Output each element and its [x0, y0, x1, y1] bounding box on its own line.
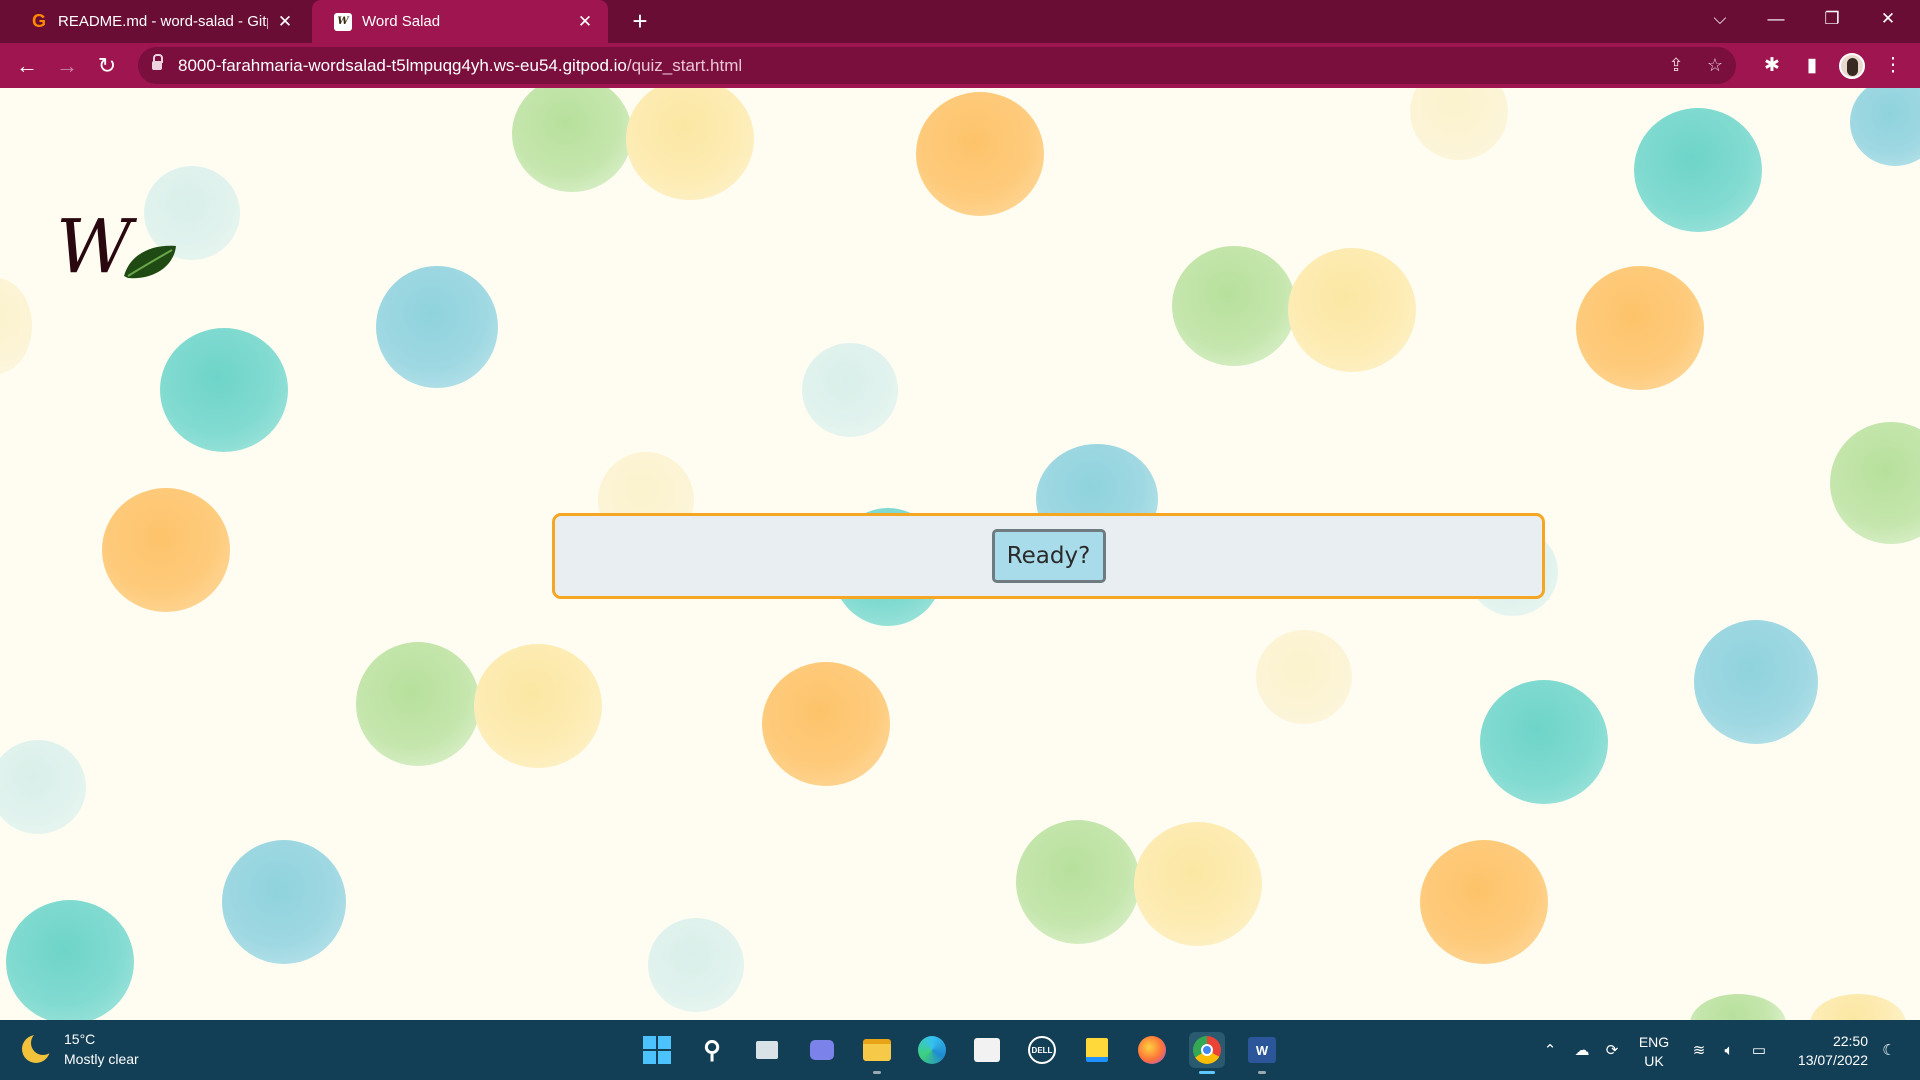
watercolor-dot [1256, 630, 1352, 724]
side-panel-icon[interactable]: ▮ [1797, 51, 1827, 81]
watercolor-dot [6, 900, 134, 1020]
watercolor-dot [474, 644, 602, 768]
tab-search-icon[interactable]: ⌵ [1692, 0, 1748, 40]
firefox-icon[interactable] [1134, 1032, 1170, 1068]
battery-icon[interactable]: ▭ [1746, 1020, 1772, 1080]
watercolor-dot [1172, 246, 1296, 366]
chrome-icon[interactable] [1189, 1032, 1225, 1074]
browser-toolbar: ← → ↻ 8000-farahmaria-wordsalad-t5lmpuqg… [0, 43, 1920, 88]
watercolor-dot [0, 278, 32, 374]
teams-chat-icon[interactable] [804, 1032, 840, 1068]
watercolor-dot [102, 488, 230, 612]
watercolor-dot [1830, 422, 1920, 544]
sticky-notes-icon[interactable] [1079, 1032, 1115, 1068]
store-icon[interactable] [969, 1032, 1005, 1068]
address-bar[interactable]: 8000-farahmaria-wordsalad-t5lmpuqg4yh.ws… [138, 47, 1736, 84]
watercolor-dot [916, 92, 1044, 216]
clock[interactable]: 22:50 13/07/2022 [1788, 1032, 1868, 1070]
quiz-start-panel: Ready? [552, 513, 1545, 599]
watercolor-dot [1480, 680, 1608, 804]
watercolor-dot [762, 662, 890, 786]
reload-button[interactable]: ↻ [91, 50, 123, 82]
file-explorer-icon[interactable] [859, 1032, 895, 1074]
word-salad-logo[interactable]: W [56, 204, 186, 290]
watercolor-dot [802, 343, 898, 437]
watercolor-dot [1016, 820, 1140, 944]
watercolor-dot [1288, 248, 1416, 372]
close-window-button[interactable]: ✕ [1860, 0, 1916, 40]
extensions-icon[interactable]: ✱ [1757, 51, 1787, 81]
gitpod-icon: G [31, 11, 46, 31]
search-icon[interactable]: ⚲ [694, 1032, 730, 1068]
lock-icon[interactable] [152, 54, 163, 71]
watercolor-dot [1134, 822, 1262, 946]
url-text: 8000-farahmaria-wordsalad-t5lmpuqg4yh.ws… [178, 55, 743, 75]
start-button[interactable] [639, 1032, 675, 1068]
watercolor-dot [356, 642, 480, 766]
tab-word-salad[interactable]: W Word Salad ✕ [312, 0, 608, 43]
focus-moon-icon[interactable]: ☾ [1874, 1020, 1904, 1080]
watercolor-dot [160, 328, 288, 452]
dell-icon[interactable]: DELL [1024, 1032, 1060, 1068]
watercolor-dot [376, 266, 498, 388]
tab-title: README.md - word-salad - Gitpod [58, 13, 268, 30]
watercolor-dot [1576, 266, 1704, 390]
word-salad-favicon: W [334, 12, 352, 31]
sync-icon[interactable]: ⟳ [1598, 1020, 1626, 1080]
forward-button[interactable]: → [51, 50, 83, 82]
avatar[interactable] [1839, 53, 1865, 79]
new-tab-button[interactable]: + [624, 5, 656, 37]
quiz-start-page: W Ready? [0, 88, 1920, 1020]
tab-readme[interactable]: G README.md - word-salad - Gitpod ✕ [8, 0, 308, 43]
wifi-icon[interactable]: ≋ [1686, 1020, 1712, 1080]
watercolor-dot [1420, 840, 1548, 964]
watercolor-dot [1810, 994, 1906, 1020]
watercolor-dot [0, 740, 86, 834]
watercolor-dot [1850, 88, 1920, 166]
weather-temp: 15°C [64, 1031, 96, 1047]
watercolor-dot [222, 840, 346, 964]
language-indicator[interactable]: ENG UK [1636, 1033, 1672, 1071]
share-icon[interactable]: ⇪ [1662, 51, 1690, 79]
watercolor-dot [1690, 994, 1786, 1020]
bookmark-star-icon[interactable]: ☆ [1701, 51, 1729, 79]
weather-widget[interactable]: 15°C Mostly clear [22, 1029, 139, 1069]
minimize-button[interactable]: — [1748, 0, 1804, 40]
volume-icon[interactable]: 🔈︎ [1716, 1020, 1742, 1080]
weather-condition: Mostly clear [64, 1051, 139, 1067]
watercolor-dot [626, 88, 754, 200]
watercolor-dot [1694, 620, 1818, 744]
onedrive-icon[interactable]: ☁ [1568, 1020, 1596, 1080]
close-icon[interactable]: ✕ [576, 12, 594, 32]
word-icon[interactable]: W [1244, 1032, 1280, 1074]
back-button[interactable]: ← [11, 50, 43, 82]
menu-icon[interactable]: ⋮ [1878, 51, 1908, 81]
edge-icon[interactable] [914, 1032, 950, 1068]
watercolor-dot [512, 88, 632, 192]
chevron-up-icon[interactable]: ⌃ [1538, 1020, 1562, 1080]
watercolor-dot [1634, 108, 1762, 232]
ready-button[interactable]: Ready? [991, 529, 1106, 583]
moon-icon [22, 1031, 55, 1063]
taskbar: 15°C Mostly clear ⚲ DELL W ⌃ ☁ ⟳ ENG UK … [0, 1020, 1920, 1080]
watercolor-dot [648, 918, 744, 1012]
close-icon[interactable]: ✕ [276, 12, 294, 32]
tab-title: Word Salad [362, 13, 441, 30]
restore-button[interactable]: ❐ [1804, 0, 1860, 40]
watercolor-dot [1410, 88, 1508, 160]
browser-tab-strip: G README.md - word-salad - Gitpod ✕ W Wo… [0, 0, 1920, 43]
task-view-icon[interactable] [749, 1032, 785, 1068]
windows-icon [643, 1036, 671, 1064]
